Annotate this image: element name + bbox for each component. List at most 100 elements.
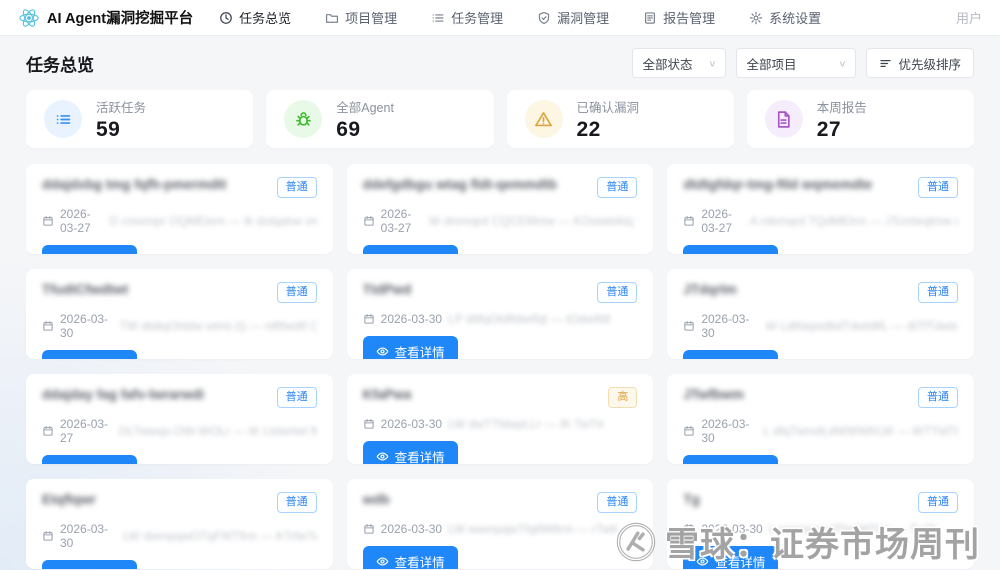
stat-card: 全部Agent 69 <box>266 90 494 148</box>
list-icon <box>44 100 82 138</box>
view-details-button[interactable]: 查看详情 <box>42 455 138 464</box>
eye-icon <box>696 557 709 566</box>
task-description: A rdemqrd TQdMElrm — JTcmteqtmw dqp-tclt… <box>749 214 958 228</box>
task-date: 2026-03-27 <box>701 207 733 235</box>
task-card: JTdqrlm 普通 2026-03-30 W LdtfdqwdttdTdwtd… <box>667 269 974 359</box>
task-description: DLTwwqs-OW-WOLr — IK Ltdwrtwl ftrwrTd <box>119 424 317 438</box>
task-description: L dfqTwmdLdWWWfrLW — WTTtdTtww <box>763 424 958 438</box>
view-details-button[interactable]: 查看详情 <box>362 441 458 464</box>
task-date: 2026-03-30 <box>701 522 763 536</box>
chevron-down-icon: ∨ <box>838 58 847 69</box>
task-card: TfudtCfwdtwt 普通 2026-03-30 TW dtdtqOhtdw… <box>26 269 333 359</box>
task-title: ddajdxbg tmg fqfh-pmermdtt <box>42 177 227 192</box>
user-menu[interactable]: 用户 <box>956 8 982 27</box>
task-title: dtdtgfdqr-tmg-ftld wqmemdte <box>683 177 873 192</box>
task-title: JTdqrlm <box>683 282 737 297</box>
nav-item-1[interactable]: 项目管理 <box>325 8 397 27</box>
task-description: W LdtfdqwdttdTdwtdtfL — dtTfTdwtdw <box>765 319 958 333</box>
priority-sort-button[interactable]: 优先级排序 <box>866 48 974 78</box>
chevron-down-icon: ∨ <box>708 58 717 69</box>
task-description: TW dtdtqOhtdw wtmt (t) — ntftfwdtf OTQte <box>119 319 317 333</box>
stat-label: 全部Agent <box>336 100 394 115</box>
task-list-icon <box>431 11 445 25</box>
page-title: 任务总览 <box>26 55 94 75</box>
view-details-button[interactable]: 查看详情 <box>42 350 138 359</box>
stat-label: 本周报告 <box>816 100 867 115</box>
nav-item-3[interactable]: 漏洞管理 <box>537 8 609 27</box>
priority-badge: 普通 <box>917 282 958 303</box>
task-date: 2026-03-30 <box>701 312 750 340</box>
eye-icon <box>376 347 389 356</box>
project-select[interactable]: 全部项目 ∨ <box>736 48 857 78</box>
priority-badge: 普通 <box>276 492 317 513</box>
view-details-button[interactable]: 查看详情 <box>362 546 458 569</box>
priority-badge: 普通 <box>276 387 317 408</box>
brand: AI Agent漏洞挖掘平台 <box>18 7 193 29</box>
task-card: dtdtgfdqr-tmg-ftld wqmemdte 普通 2026-03-2… <box>667 164 974 254</box>
task-description: LP dttfqOtdtfdwtfqt — tOdwtfdt <box>448 312 611 326</box>
report-icon <box>643 11 657 25</box>
task-title: KfaPwa <box>362 387 412 402</box>
task-card: ddajdxbg tmg fqfh-pmermdtt 普通 2026-03-27… <box>26 164 333 254</box>
nav-item-4[interactable]: 报告管理 <box>643 8 715 27</box>
warning-icon <box>524 100 563 138</box>
task-title: JTwfbwm <box>683 387 744 402</box>
project-icon <box>325 11 339 25</box>
task-card: JTwfbwm 普通 2026-03-30 L dfqTwmdLdWWWfrLW… <box>667 374 974 464</box>
task-date: 2026-03-30 <box>60 522 109 550</box>
nav-item-5[interactable]: 系统设置 <box>749 8 821 27</box>
status-select-value: 全部状态 <box>642 57 693 72</box>
view-details-button[interactable]: 查看详情 <box>362 336 458 359</box>
task-title: TfudtCfwdtwt <box>42 282 129 297</box>
overview-icon <box>219 11 233 25</box>
view-details-button[interactable]: 查看详情 <box>362 245 458 254</box>
priority-badge: 高 <box>608 387 638 408</box>
task-card-grid: ddajdxbg tmg fqfh-pmermdtt 普通 2026-03-27… <box>26 164 974 569</box>
top-navbar: AI Agent漏洞挖掘平台 任务总览 项目管理 任务管理 漏洞管理 报告管理 … <box>0 0 1000 36</box>
nav-item-2[interactable]: 任务管理 <box>431 8 503 27</box>
calendar-icon <box>684 425 694 436</box>
stat-value: 69 <box>336 117 361 141</box>
view-details-button[interactable]: 查看详情 <box>683 245 779 254</box>
priority-badge: 普通 <box>917 177 958 198</box>
task-date: 2026-03-30 <box>701 417 750 445</box>
shield-icon <box>537 11 551 25</box>
brand-title: AI Agent漏洞挖掘平台 <box>47 11 194 27</box>
task-description: LW wwmpqwTfqtfWltrm — rTwlt <box>448 522 618 536</box>
task-description: W dremqrd CQCEMmw — KOstatektq vmmp-fwt … <box>428 214 637 228</box>
calendar-icon <box>364 215 374 226</box>
nav-item-0[interactable]: 任务总览 <box>219 8 291 27</box>
task-date: 2026-03-30 <box>380 522 443 536</box>
calendar-icon <box>684 523 694 534</box>
view-details-button[interactable]: 查看详情 <box>42 245 138 254</box>
stat-card: 已确认漏洞 22 <box>506 90 734 148</box>
priority-badge: 普通 <box>917 492 958 513</box>
stat-value: 22 <box>576 117 601 141</box>
task-date: 2026-03-30 <box>60 312 109 340</box>
task-card: KfaPwa 高 2026-03-30 LW dwTTfdwpLLr — IK … <box>346 374 654 464</box>
task-card: Etqflqwr 普通 2026-03-30 LW dwmpqwOTqFWTfr… <box>26 479 333 569</box>
status-select[interactable]: 全部状态 ∨ <box>632 48 727 78</box>
task-card: Tg 普通 2026-03-30 L wmmpqwdTtqjtWTrm — Tw… <box>667 479 974 569</box>
stat-value: 59 <box>96 117 121 141</box>
project-select-value: 全部项目 <box>746 57 797 72</box>
stat-label: 活跃任务 <box>96 100 147 115</box>
task-date: 2026-03-27 <box>60 417 109 445</box>
task-title: TtdPwd <box>362 282 412 297</box>
calendar-icon <box>43 215 53 226</box>
eye-icon <box>376 452 389 461</box>
priority-badge: 普通 <box>276 282 317 303</box>
view-details-button[interactable]: 查看详情 <box>683 350 779 359</box>
priority-badge: 普通 <box>917 387 958 408</box>
task-title: Etqflqwr <box>42 492 96 507</box>
page-header: 任务总览 全部状态 ∨ 全部项目 ∨ 优先级排序 <box>26 48 974 78</box>
task-title: Tg <box>683 492 700 507</box>
priority-badge: 普通 <box>597 282 638 303</box>
task-title: ddefgdbgu wtag fldt-qemmdtb <box>362 177 557 192</box>
view-details-button[interactable]: 查看详情 <box>683 546 779 569</box>
task-date: 2026-03-27 <box>60 207 91 235</box>
view-details-button[interactable]: 查看详情 <box>683 455 779 464</box>
view-details-button[interactable]: 查看详情 <box>42 560 138 569</box>
task-description: LW dwmpqwOTqFWTfrm — KTrfwTwm <box>122 529 317 543</box>
calendar-icon <box>684 215 694 226</box>
